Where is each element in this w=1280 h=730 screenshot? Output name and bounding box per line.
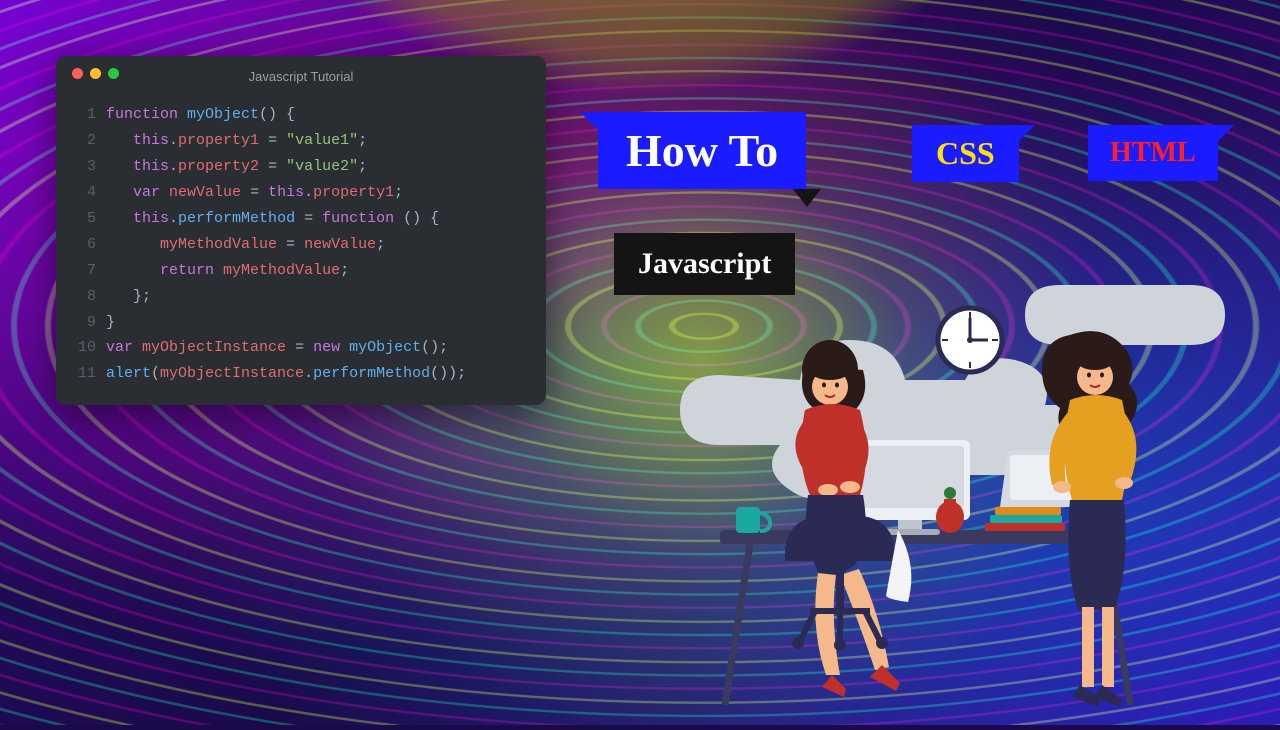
code-line: 11 alert(myObjectInstance.performMethod()…	[72, 361, 530, 387]
code-content: this.performMethod = function () {	[106, 206, 439, 232]
close-icon	[72, 68, 83, 79]
code-content: myMethodValue = newValue;	[106, 232, 385, 258]
line-number: 6	[72, 232, 96, 258]
code-content: var myObjectInstance = new myObject();	[106, 335, 448, 361]
code-body: 1function myObject() {2 this.property1 =…	[72, 102, 530, 387]
code-content: return myMethodValue;	[106, 258, 349, 284]
code-content: };	[106, 284, 151, 310]
code-line: 5 this.performMethod = function () {	[72, 206, 530, 232]
code-line: 2 this.property1 = "value1";	[72, 128, 530, 154]
line-number: 5	[72, 206, 96, 232]
line-number: 9	[72, 310, 96, 336]
code-line: 7 return myMethodValue;	[72, 258, 530, 284]
line-number: 10	[72, 335, 96, 361]
line-number: 8	[72, 284, 96, 310]
code-line: 10 var myObjectInstance = new myObject();	[72, 335, 530, 361]
code-editor: Javascript Tutorial 1 function myObject()…	[56, 56, 546, 405]
code-line: 9}	[72, 310, 530, 336]
tag-css: CSS	[912, 125, 1019, 182]
code-line: 1 function myObject() {	[72, 102, 530, 128]
minimize-icon	[90, 68, 101, 79]
code-content: var newValue = this.property1;	[106, 180, 403, 206]
tag-how-to: How To	[598, 112, 806, 189]
code-line: 8 };	[72, 284, 530, 310]
editor-title: Javascript Tutorial	[72, 69, 530, 84]
tag-html: HTML	[1088, 125, 1218, 181]
code-content: }	[106, 310, 115, 336]
code-content: this.property2 = "value2";	[106, 154, 367, 180]
office-illustration	[640, 255, 1250, 725]
maximize-icon	[108, 68, 119, 79]
code-content: this.property1 = "value1";	[106, 128, 367, 154]
line-number: 3	[72, 154, 96, 180]
line-number: 7	[72, 258, 96, 284]
code-line: 4 var newValue = this.property1;	[72, 180, 530, 206]
line-number: 4	[72, 180, 96, 206]
code-line: 3 this.property2 = "value2";	[72, 154, 530, 180]
code-line: 6 myMethodValue = newValue;	[72, 232, 530, 258]
line-number: 2	[72, 128, 96, 154]
line-number: 11	[72, 361, 96, 387]
code-content: function myObject() {	[106, 102, 295, 128]
code-content: alert(myObjectInstance.performMethod());	[106, 361, 466, 387]
line-number: 1	[72, 102, 96, 128]
